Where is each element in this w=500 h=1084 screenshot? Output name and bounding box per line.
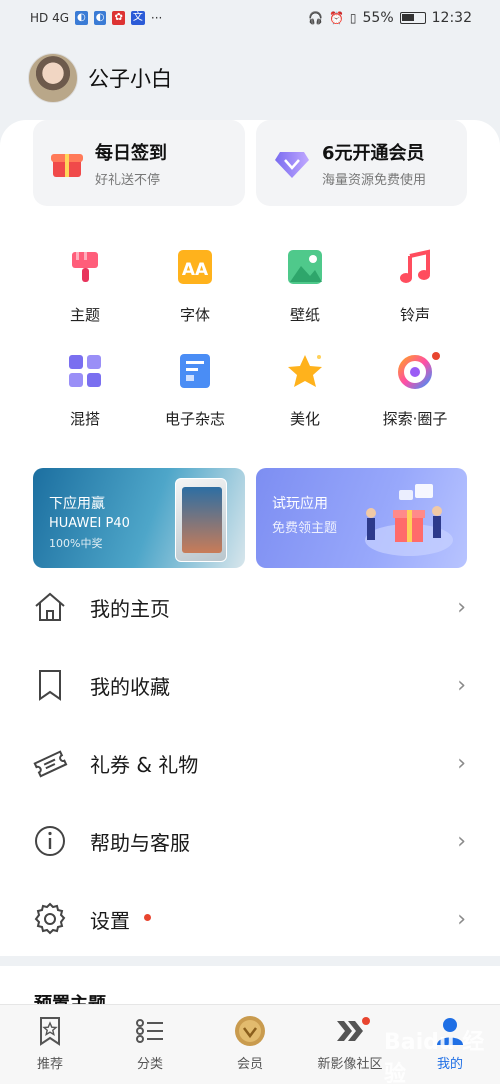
grid-item-beautify[interactable]: 美化 [250, 352, 360, 429]
wallpaper-icon [288, 250, 322, 284]
notification-dot [432, 352, 440, 360]
chevron-right-icon: › [457, 595, 466, 620]
menu-item-favorites[interactable]: 我的收藏 › [0, 646, 500, 724]
grid-item-explore[interactable]: 探索·圈子 [360, 352, 470, 429]
grid-label: 混搭 [69, 410, 100, 428]
menu-item-settings[interactable]: 设置 › [0, 880, 500, 958]
daily-checkin-card[interactable]: 每日签到 好礼送不停 [33, 120, 245, 206]
clock: 12:32 [431, 10, 472, 26]
grid-item-mix[interactable]: 混搭 [30, 352, 140, 429]
tab-category[interactable]: 分类 [100, 1005, 200, 1084]
list-icon [136, 1019, 163, 1043]
grid-label: 字体 [179, 306, 210, 324]
menu-label: 礼券 & 礼物 [90, 752, 199, 777]
mix-grid-icon [69, 355, 101, 387]
avatar[interactable] [28, 53, 78, 103]
chevron-right-icon: › [457, 907, 466, 932]
grid-item-magazine[interactable]: 电子杂志 [140, 352, 250, 429]
home-icon [35, 592, 65, 621]
menu-label: 设置 [90, 908, 130, 933]
tab-label: 推荐 [36, 1057, 63, 1072]
info-icon [35, 826, 65, 856]
magazine-icon [180, 354, 210, 388]
card-title: 6元开通会员 [322, 142, 425, 164]
chevron-right-icon: › [457, 751, 466, 776]
tab-vip[interactable]: 会员 [200, 1005, 300, 1084]
gear-icon [34, 902, 66, 935]
grid-label: 铃声 [399, 306, 430, 324]
tab-label: 会员 [236, 1057, 263, 1072]
settings-badge-dot [144, 913, 151, 921]
grid-item-wallpaper[interactable]: 壁纸 [250, 248, 360, 325]
tab-label: 新影像社区 [317, 1057, 383, 1072]
grid-item-theme[interactable]: 主题 [30, 248, 140, 325]
gift-icon [51, 148, 83, 178]
app-notification-icon-3: ✿ [112, 11, 125, 25]
gift-illustration-icon [365, 484, 453, 556]
bookmark-icon [39, 670, 61, 701]
battery-percent: 55% [362, 10, 394, 26]
vip-card[interactable]: 6元开通会员 海量资源免费使用 [256, 120, 467, 206]
banner-try-apps[interactable]: 试玩应用 免费领主题 [256, 468, 467, 568]
brush-icon [72, 252, 98, 282]
app-notification-icon-4: 文 [130, 11, 145, 25]
vip-badge-icon [235, 1016, 265, 1046]
card-subtitle: 好礼送不停 [95, 172, 161, 188]
grid-label: 电子杂志 [164, 410, 225, 428]
font-icon: AA [178, 250, 212, 284]
svg-text:AA: AA [182, 260, 209, 280]
banner-line1: 试玩应用 [272, 496, 328, 512]
app-notification-icon-2: ◐ [93, 11, 107, 25]
grid-item-font[interactable]: AA 字体 [140, 248, 250, 325]
banner-huawei-p40[interactable]: 下应用赢 HUAWEI P40 100%中奖 [33, 468, 245, 568]
menu-item-homepage[interactable]: 我的主页 › [0, 568, 500, 646]
banner-line1: 下应用赢 [49, 496, 105, 512]
grid-label: 探索·圈子 [382, 410, 448, 428]
banner-line2: 免费领主题 [272, 521, 338, 536]
menu-label: 我的主页 [90, 596, 170, 621]
circle-explore-icon [398, 355, 432, 389]
chevron-right-icon: › [457, 673, 466, 698]
banner-line3: 100%中奖 [49, 537, 103, 550]
menu-label: 我的收藏 [90, 674, 170, 699]
grid-label: 主题 [69, 306, 100, 324]
status-bar: HD 4G ◐ ◐ ✿ 文 ··· 🎧 ⏰ ▯ 55% 12:32 [0, 0, 500, 36]
grid-item-ringtone[interactable]: 铃声 [360, 248, 470, 325]
star-bookmark-icon [40, 1017, 60, 1046]
grid-label: 壁纸 [289, 306, 320, 324]
music-note-icon [400, 249, 430, 283]
menu-item-help[interactable]: 帮助与客服 › [0, 802, 500, 880]
more-icon: ··· [150, 11, 163, 25]
diamond-icon [275, 152, 309, 178]
chevron-right-icon: › [457, 829, 466, 854]
watermark: Baidu 经验 [384, 1030, 485, 1084]
battery-icon [399, 12, 426, 24]
headset-icon: 🎧 [308, 11, 323, 25]
tab-recommend[interactable]: 推荐 [0, 1005, 100, 1084]
phone-image [175, 478, 227, 562]
ticket-icon [33, 750, 68, 778]
app-notification-icon: ◐ [75, 11, 88, 25]
card-subtitle: 海量资源免费使用 [322, 172, 427, 188]
alarm-icon: ⏰ [328, 11, 344, 25]
username: 公子小白 [88, 67, 172, 91]
banner-line2: HUAWEI P40 [49, 516, 130, 531]
tab-label: 分类 [136, 1057, 163, 1072]
notification-dot [362, 1017, 370, 1025]
card-title: 每日签到 [95, 142, 167, 164]
menu-item-coupons[interactable]: 礼券 & 礼物 › [0, 724, 500, 802]
vibrate-icon: ▯ [349, 11, 357, 25]
profile-header[interactable]: 公子小白 [28, 53, 172, 103]
star-icon [288, 355, 322, 387]
network-indicator: HD 4G [30, 11, 70, 25]
menu-label: 帮助与客服 [90, 830, 190, 855]
grid-label: 美化 [289, 410, 320, 428]
